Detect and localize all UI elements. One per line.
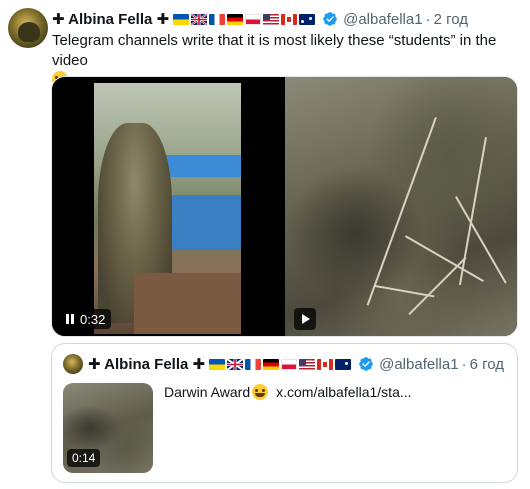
flag-list — [173, 13, 316, 25]
usa-flag-icon — [299, 358, 316, 370]
quoted-author-handle: @albafella1 — [379, 355, 459, 373]
tweet[interactable]: ✚ Albina Fella ✚ @albafella1 · 2 год Tel… — [0, 0, 530, 489]
quoted-text-content: Darwin Award — [164, 384, 251, 400]
verified-badge-icon — [323, 12, 337, 26]
quoted-video-duration: 0:14 — [67, 449, 101, 467]
quoted-tweet-text: Darwin Award x.com/albafella1/sta... — [164, 384, 412, 400]
quoted-tweet[interactable]: ✚ Albina Fella ✚ @albafella1 · 6 год 0:1… — [51, 343, 518, 483]
germany-flag-icon — [227, 13, 244, 25]
video-player-2[interactable] — [285, 77, 517, 336]
separator-dot: · — [425, 10, 431, 28]
france-flag-icon — [209, 13, 226, 25]
ukraine-flag-icon — [209, 358, 226, 370]
tweet-text-content: Telegram channels write that it is most … — [52, 32, 497, 69]
ukraine-flag-icon — [173, 13, 190, 25]
australia-flag-icon — [299, 13, 316, 25]
quoted-tweet-header: ✚ Albina Fella ✚ @albafella1 · 6 год — [88, 354, 504, 374]
play-button[interactable] — [294, 308, 316, 330]
quoted-link[interactable]: x.com/albafella1/sta... — [276, 384, 411, 400]
tweet-timestamp[interactable]: 2 год — [434, 11, 468, 28]
uk-flag-icon — [191, 13, 208, 25]
video-frame-classroom — [94, 83, 241, 334]
germany-flag-icon — [263, 358, 280, 370]
quoted-video-thumbnail[interactable]: 0:14 — [63, 383, 153, 473]
quoted-flag-list — [209, 358, 352, 370]
canada-flag-icon — [317, 358, 334, 370]
grinning-face-emoji-icon — [252, 384, 269, 400]
quoted-author-name: ✚ Albina Fella ✚ — [88, 356, 206, 373]
author-handle[interactable]: @albafella1 — [343, 11, 422, 28]
usa-flag-icon — [263, 13, 280, 25]
video-player-1[interactable]: 0:32 — [52, 77, 283, 336]
quoted-author-avatar — [63, 354, 83, 374]
video-controls-1[interactable]: 0:32 — [60, 309, 112, 329]
separator-dot: · — [461, 355, 467, 373]
poland-flag-icon — [245, 13, 262, 25]
uk-flag-icon — [227, 358, 244, 370]
poland-flag-icon — [281, 358, 298, 370]
canada-flag-icon — [281, 13, 298, 25]
play-icon — [302, 314, 310, 324]
australia-flag-icon — [335, 358, 352, 370]
author-name[interactable]: ✚ Albina Fella ✚ — [52, 10, 169, 28]
video-duration-1: 0:32 — [80, 311, 106, 327]
author-avatar[interactable] — [8, 8, 48, 48]
verified-badge-icon — [359, 357, 373, 371]
quoted-tweet-timestamp: 6 год — [469, 355, 504, 373]
pause-icon[interactable] — [66, 314, 74, 324]
media-grid: 0:32 — [51, 76, 518, 337]
tweet-header: ✚ Albina Fella ✚ @albafella1 · 2 год — [52, 8, 468, 30]
france-flag-icon — [245, 358, 262, 370]
